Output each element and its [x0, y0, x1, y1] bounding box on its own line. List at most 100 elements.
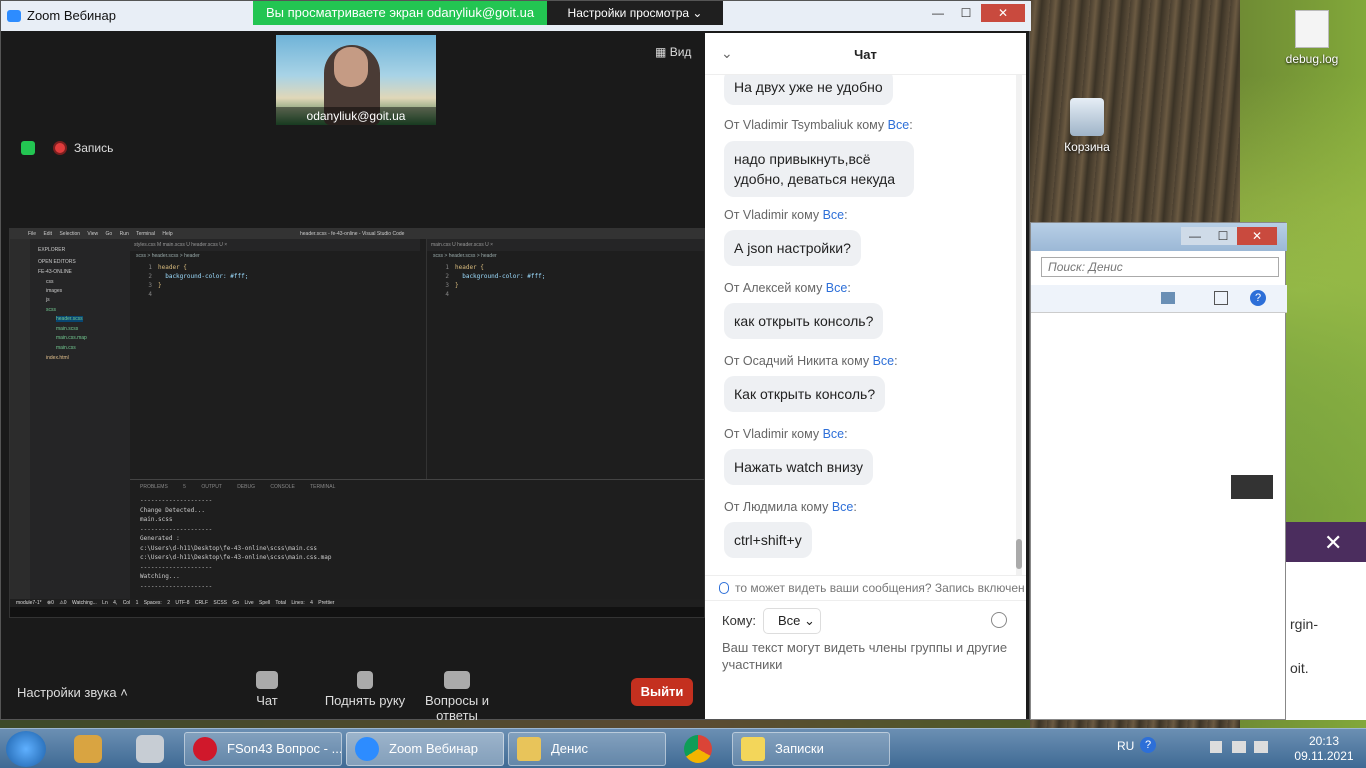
speaker-video[interactable]: odanyliuk@goit.ua — [276, 35, 436, 125]
view-button[interactable]: ▦ Вид — [655, 45, 691, 59]
chat-message-sender: От Осадчий Никита кому Все: — [724, 354, 898, 368]
task-opera[interactable]: FSon43 Вопрос - ... — [184, 732, 342, 766]
network-icon[interactable] — [1232, 741, 1246, 753]
raise-hand-label: Поднять руку — [324, 693, 406, 708]
zoom-logo-icon — [7, 10, 21, 22]
chat-message-sender: От Людмила кому Все: — [724, 500, 857, 514]
view-settings-dropdown[interactable]: Настройки просмотра ⌄ — [547, 1, 723, 25]
recipient-link[interactable]: Все — [823, 208, 845, 222]
sender-suffix: : — [894, 354, 898, 368]
speaker-name: odanyliuk@goit.ua — [276, 107, 436, 125]
preview-pane-icon[interactable] — [1214, 291, 1228, 305]
recipient-link[interactable]: Все — [826, 281, 848, 295]
battery-icon[interactable] — [1210, 741, 1222, 753]
chat-button[interactable]: Чат — [247, 671, 287, 708]
language-indicator[interactable]: RU — [1117, 739, 1134, 753]
editor-breadcrumb: scss > header.scss > header — [136, 253, 200, 259]
chat-message-bubble: Как открыть консоль? — [724, 376, 886, 412]
recording-label: Запись — [74, 141, 114, 155]
sender-suffix: : — [853, 500, 857, 514]
view-icon[interactable] — [1161, 292, 1175, 304]
clock-time: 20:13 — [1308, 734, 1340, 748]
qa-icon — [444, 671, 470, 689]
volume-icon[interactable] — [1254, 741, 1268, 753]
editor-tabs: main.css U header.scss U × — [427, 239, 704, 251]
start-button[interactable] — [6, 731, 46, 767]
explorer-item: FE-43-ONLINE — [38, 269, 72, 275]
task-label: Записки — [775, 741, 824, 756]
close-button[interactable]: ✕ — [1237, 227, 1277, 245]
recipient-link[interactable]: Все — [832, 500, 854, 514]
notes-window[interactable]: ✕ rgin- oit. — [1286, 522, 1366, 720]
chat-message-input[interactable]: Ваш текст могут видеть члены группы и др… — [722, 639, 1012, 673]
emoji-icon[interactable] — [991, 612, 1007, 628]
chat-message-bubble: На двух уже не удобно — [724, 75, 893, 105]
code-line: } — [158, 282, 162, 289]
help-icon[interactable]: ? — [1250, 290, 1266, 306]
view-button-label: Вид — [669, 45, 692, 59]
chat-message-bubble: как открыть консоль? — [724, 303, 884, 339]
recipient-label: Кому: — [722, 613, 756, 628]
task-zoom[interactable]: Zoom Вебинар — [346, 732, 504, 766]
minimize-button[interactable]: — — [925, 4, 951, 22]
explorer-window[interactable]: — ☐ ✕ Поиск: Денис ? — [1030, 222, 1287, 720]
sender-suffix: : — [844, 208, 848, 222]
explorer-item: css — [46, 279, 54, 285]
help-icon[interactable]: ? — [1140, 737, 1156, 753]
maximize-button[interactable]: ☐ — [953, 4, 979, 22]
sender-text: От Алексей кому — [724, 281, 826, 295]
recipient-select[interactable]: Все ⌄ — [763, 608, 821, 634]
explorer-search-input[interactable]: Поиск: Денис — [1041, 257, 1279, 277]
explorer-file-area[interactable] — [1031, 313, 1211, 661]
maximize-button[interactable]: ☐ — [1209, 227, 1237, 245]
chat-message-list[interactable]: На двух уже не удобно От Vladimir Tsymba… — [705, 75, 1015, 575]
chevron-down-icon: ⌄ — [692, 6, 703, 20]
desktop-icon-debug-log[interactable]: debug.log — [1272, 10, 1352, 66]
chat-message-sender: От Алексей кому Все: — [724, 281, 851, 295]
clock-date: 09.11.2021 — [1294, 749, 1354, 763]
code-line: background-color: #fff; — [158, 273, 249, 280]
chat-privacy-note[interactable]: то может видеть ваши сообщения? Запись в… — [705, 575, 1026, 601]
minimize-button[interactable]: — — [1181, 227, 1209, 245]
code-line: } — [455, 282, 459, 289]
chat-message-sender: От Vladimir кому Все: — [724, 208, 848, 222]
recipient-link[interactable]: Все — [823, 427, 845, 441]
chat-bubble-icon — [256, 671, 278, 689]
sender-text: От Людмила кому — [724, 500, 832, 514]
vscode-titlebar: File Edit Selection View Go Run Terminal… — [10, 229, 704, 239]
explorer-item: OPEN EDITORS — [38, 259, 76, 265]
view-settings-label: Настройки просмотра — [567, 6, 690, 20]
task-notes[interactable]: Записки — [732, 732, 890, 766]
recipient-link[interactable]: Все — [888, 118, 910, 132]
zoom-controls-bar: Настройки звука ˄ Чат Поднять руку Вопро… — [7, 661, 705, 723]
zoom-icon — [355, 737, 379, 761]
explorer-header: EXPLORER — [38, 247, 66, 253]
shield-icon[interactable] — [21, 141, 35, 155]
explorer-titlebar[interactable]: — ☐ ✕ — [1031, 223, 1287, 251]
leave-button[interactable]: Выйти — [631, 678, 693, 706]
folder-icon — [517, 737, 541, 761]
file-icon — [1295, 10, 1329, 48]
recipient-link[interactable]: Все — [873, 354, 895, 368]
zoom-window[interactable]: Zoom Вебинар — ☐ ✕ Вы просматриваете экр… — [0, 0, 1031, 723]
calculator-icon[interactable] — [136, 735, 164, 763]
chrome-icon[interactable] — [684, 735, 712, 763]
task-explorer[interactable]: Денис — [508, 732, 666, 766]
close-button[interactable]: ✕ — [981, 4, 1025, 22]
close-icon[interactable]: ✕ — [1324, 530, 1342, 556]
raise-hand-button[interactable]: Поднять руку — [313, 671, 417, 708]
desktop-icon-recycle-bin[interactable]: Корзина — [1047, 98, 1127, 154]
windows-taskbar: FSon43 Вопрос - ... Zoom Вебинар Денис З… — [0, 728, 1366, 768]
chat-scrollbar[interactable] — [1016, 75, 1022, 575]
scrollbar-thumb[interactable] — [1016, 539, 1022, 569]
audio-settings-button[interactable]: Настройки звука ˄ — [17, 685, 128, 700]
sticky-notes-icon — [741, 737, 765, 761]
qa-button[interactable]: Вопросы и ответы — [405, 671, 509, 723]
chevron-down-icon: ⌄ — [804, 613, 815, 628]
chat-message-bubble: ctrl+shift+y — [724, 522, 812, 558]
chat-message-bubble: Нажать watch внизу — [724, 449, 874, 485]
file-thumbnail[interactable] — [1231, 475, 1273, 499]
paint-icon[interactable] — [74, 735, 102, 763]
code-line: header { — [455, 264, 484, 271]
clock[interactable]: 20:13 09.11.2021 — [1294, 734, 1354, 764]
